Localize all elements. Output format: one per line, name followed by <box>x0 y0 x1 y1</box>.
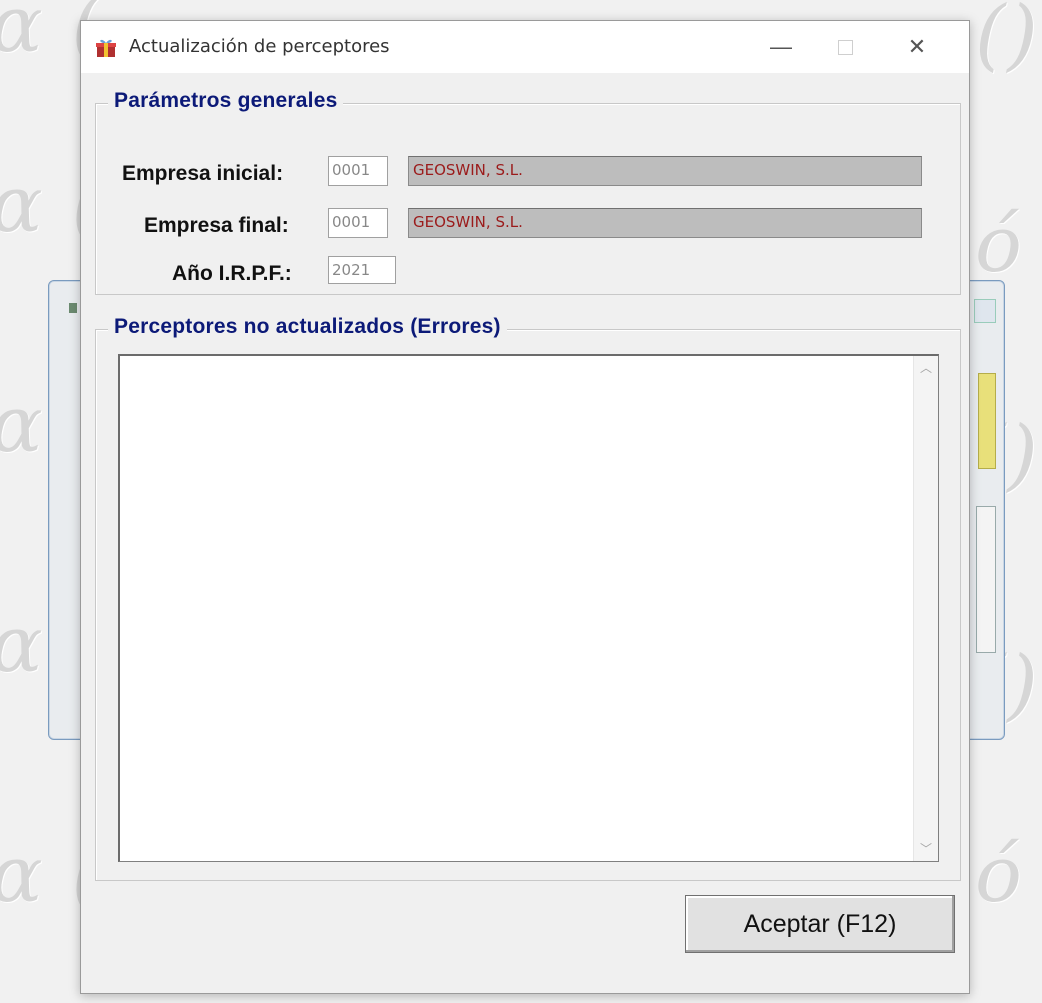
general-params-group: Parámetros generales Empresa inicial: 00… <box>95 89 961 295</box>
scroll-up-icon[interactable]: ︿ <box>914 356 938 380</box>
general-params-legend: Parámetros generales <box>108 89 344 113</box>
title-bar[interactable]: Actualización de perceptores — ✕ <box>81 21 969 73</box>
watermark: ó <box>975 200 1024 290</box>
background-window-panel <box>976 506 996 653</box>
background-window-button <box>974 299 996 323</box>
perceptores-dialog: Actualización de perceptores — ✕ Parámet… <box>80 20 970 994</box>
watermark: ó <box>975 830 1024 920</box>
empresa-final-label: Empresa final: <box>144 214 289 237</box>
gift-box-icon <box>96 39 116 57</box>
scroll-down-icon[interactable]: ﹀ <box>914 837 938 861</box>
maximize-icon <box>837 39 853 55</box>
anio-irpf-field[interactable]: 2021 <box>328 256 396 284</box>
background-window-icon <box>69 303 77 313</box>
errors-legend: Perceptores no actualizados (Errores) <box>108 315 507 339</box>
empresa-final-name-field: GEOSWIN, S.L. <box>408 208 922 238</box>
window-title: Actualización de perceptores <box>129 36 390 57</box>
minimize-button[interactable]: — <box>749 21 813 73</box>
close-icon: ✕ <box>907 34 927 59</box>
accept-button[interactable]: Aceptar (F12) <box>685 895 955 953</box>
errors-group: Perceptores no actualizados (Errores) ︿ … <box>95 315 961 881</box>
minimize-icon: — <box>770 34 792 59</box>
empresa-final-code-field[interactable]: 0001 <box>328 208 388 238</box>
background-window-highlight <box>978 373 996 469</box>
watermark: () <box>975 0 1040 80</box>
empresa-inicial-code-field[interactable]: 0001 <box>328 156 388 186</box>
close-button[interactable]: ✕ <box>885 21 949 73</box>
errors-list-scrollbar[interactable]: ︿ ﹀ <box>913 356 938 861</box>
empresa-inicial-label: Empresa inicial: <box>122 162 284 185</box>
maximize-button[interactable] <box>813 21 877 73</box>
errors-list[interactable]: ︿ ﹀ <box>118 354 939 862</box>
anio-irpf-label: Año I.R.P.F.: <box>172 262 292 285</box>
empresa-inicial-name-field: GEOSWIN, S.L. <box>408 156 922 186</box>
